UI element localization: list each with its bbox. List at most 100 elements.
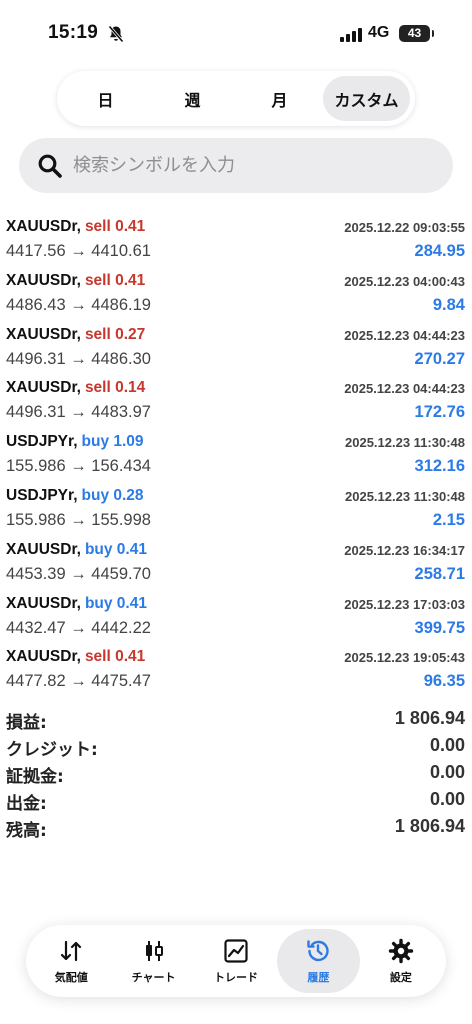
trade-symbol: XAUUSDr, — [6, 594, 81, 612]
trade-prices: 155.986 → 155.998 — [6, 510, 151, 529]
cellular-signal-icon — [340, 28, 362, 42]
tab-week[interactable]: 週 — [149, 76, 236, 121]
trade-prices: 4432.47 → 4442.22 — [6, 618, 151, 637]
search-input[interactable] — [73, 155, 413, 176]
trade-symbol: XAUUSDr, — [6, 540, 81, 558]
quotes-icon — [61, 940, 82, 961]
trade-history-list: XAUUSDr, sell 0.41 2025.12.22 09:03:55 44… — [0, 214, 472, 698]
trade-prices: 4486.43 → 4486.19 — [6, 295, 151, 314]
summary-row-profit: 損益: 1 806.94 — [0, 706, 472, 733]
trade-time: 2025.12.23 04:00:43 — [344, 273, 465, 289]
trade-prices: 4496.31 → 4486.30 — [6, 349, 151, 368]
summary-row-withdrawal: 出金: 0.00 — [0, 787, 472, 814]
tab-trade[interactable]: トレード — [195, 929, 277, 993]
trade-action: sell 0.27 — [84, 325, 146, 343]
trade-prices: 4477.82 → 4475.47 — [6, 672, 151, 691]
tab-label: チャート — [131, 970, 176, 984]
trade-action: buy 0.41 — [84, 540, 147, 558]
trade-action: buy 0.28 — [81, 486, 144, 504]
search-bar[interactable] — [19, 138, 453, 193]
trade-icon — [224, 938, 248, 963]
summary-value: 0.00 — [429, 789, 465, 809]
summary-label: 出金: — [6, 794, 47, 814]
chart-icon — [145, 940, 163, 961]
tab-history[interactable]: 履歴 — [277, 929, 360, 993]
battery-icon: 43 — [399, 25, 434, 42]
trade-action: sell 0.14 — [84, 379, 146, 397]
trade-row[interactable]: XAUUSDr, buy 0.41 2025.12.23 16:34:17 445… — [0, 537, 472, 591]
tab-label: トレード — [214, 970, 259, 984]
bottom-tab-bar: 気配値 チャート トレード 履歴 設定 — [26, 925, 446, 997]
tab-label: 設定 — [389, 970, 412, 984]
trade-profit: 9.84 — [432, 295, 465, 314]
trade-profit: 96.35 — [423, 672, 465, 691]
trade-time: 2025.12.23 11:30:48 — [345, 488, 465, 504]
summary-label: 残高: — [6, 821, 47, 841]
trade-time: 2025.12.23 19:05:43 — [344, 650, 465, 666]
trade-row[interactable]: XAUUSDr, buy 0.41 2025.12.23 17:03:03 443… — [0, 591, 472, 645]
trade-time: 2025.12.23 11:30:48 — [345, 435, 465, 451]
tab-month[interactable]: 月 — [236, 76, 323, 121]
trade-prices: 4496.31 → 4483.97 — [6, 403, 151, 422]
trade-action: sell 0.41 — [84, 648, 146, 666]
tab-custom[interactable]: カスタム — [323, 76, 410, 121]
trade-symbol: XAUUSDr, — [6, 218, 81, 235]
trade-row[interactable]: XAUUSDr, sell 0.27 2025.12.23 04:44:23 44… — [0, 322, 472, 376]
tab-chart[interactable]: チャート — [112, 929, 194, 993]
trade-profit: 270.27 — [414, 349, 465, 368]
summary-row-margin: 証拠金: 0.00 — [0, 760, 472, 787]
trade-row[interactable]: XAUUSDr, sell 0.41 2025.12.22 09:03:55 44… — [0, 214, 472, 268]
trade-profit: 258.71 — [414, 564, 465, 583]
search-icon — [38, 154, 62, 178]
status-time: 15:19 — [48, 22, 99, 43]
summary-value: 0.00 — [429, 762, 465, 782]
network-type: 4G — [368, 24, 390, 41]
trade-time: 2025.12.23 04:44:23 — [344, 327, 465, 343]
trade-profit: 312.16 — [414, 457, 465, 476]
period-selector: 日 週 月 カスタム — [57, 71, 415, 126]
trade-symbol: XAUUSDr, — [6, 325, 81, 343]
trade-profit: 399.75 — [414, 618, 465, 637]
summary-value: 0.00 — [429, 735, 465, 755]
trade-row[interactable]: XAUUSDr, sell 0.41 2025.12.23 19:05:43 44… — [0, 644, 472, 698]
trade-row[interactable]: XAUUSDr, sell 0.14 2025.12.23 04:44:23 44… — [0, 375, 472, 429]
trade-prices: 155.986 → 156.434 — [6, 457, 151, 476]
trade-symbol: USDJPYr, — [6, 486, 78, 504]
trade-action: sell 0.41 — [84, 271, 146, 289]
account-summary: 損益: 1 806.94 クレジット: 0.00 証拠金: 0.00 出金: 0… — [0, 706, 472, 841]
trade-action: buy 0.41 — [84, 594, 147, 612]
summary-label: 損益: — [6, 713, 47, 733]
trade-profit: 284.95 — [414, 242, 465, 260]
summary-row-balance: 残高: 1 806.94 — [0, 814, 472, 841]
trade-symbol: USDJPYr, — [6, 433, 78, 451]
trade-time: 2025.12.22 09:03:55 — [344, 220, 465, 235]
trade-profit: 2.15 — [432, 510, 465, 529]
trade-action: buy 1.09 — [81, 433, 144, 451]
history-icon — [307, 939, 330, 961]
trade-prices: 4453.39 → 4459.70 — [6, 564, 151, 583]
trade-action: sell 0.41 — [84, 218, 146, 235]
bell-muted-icon — [108, 25, 124, 43]
trade-time: 2025.12.23 04:44:23 — [344, 381, 465, 397]
summary-value: 1 806.94 — [394, 708, 465, 728]
trade-time: 2025.12.23 16:34:17 — [344, 542, 465, 558]
summary-label: 証拠金: — [6, 767, 64, 787]
trade-profit: 172.76 — [414, 403, 465, 422]
trade-symbol: XAUUSDr, — [6, 648, 81, 666]
tab-quotes[interactable]: 気配値 — [30, 929, 112, 993]
summary-value: 1 806.94 — [394, 816, 465, 836]
status-bar: 15:19 4G 43 — [0, 0, 472, 64]
trade-symbol: XAUUSDr, — [6, 379, 81, 397]
tab-day[interactable]: 日 — [62, 76, 149, 121]
trade-row[interactable]: USDJPYr, buy 0.28 2025.12.23 11:30:48 155… — [0, 483, 472, 537]
trade-time: 2025.12.23 17:03:03 — [344, 596, 465, 612]
tab-settings[interactable]: 設定 — [360, 929, 442, 993]
summary-label: クレジット: — [6, 740, 98, 760]
trade-symbol: XAUUSDr, — [6, 271, 81, 289]
trade-prices: 4417.56 → 4410.61 — [6, 242, 151, 260]
trade-row[interactable]: USDJPYr, buy 1.09 2025.12.23 11:30:48 155… — [0, 429, 472, 483]
trade-row[interactable]: XAUUSDr, sell 0.41 2025.12.23 04:00:43 44… — [0, 268, 472, 322]
summary-row-credit: クレジット: 0.00 — [0, 733, 472, 760]
tab-label: 履歴 — [307, 970, 330, 984]
settings-icon — [388, 938, 414, 963]
